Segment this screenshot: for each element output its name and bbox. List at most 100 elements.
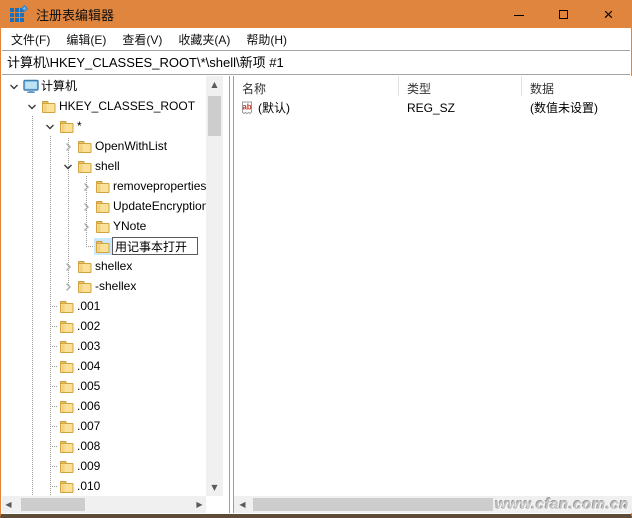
- tree-item-.009[interactable]: .009: [2, 456, 206, 476]
- window-title: 注册表编辑器: [36, 7, 115, 23]
- folder-icon: [94, 218, 112, 235]
- tree-guide-stub: [50, 306, 58, 307]
- tree-vertical-scrollbar[interactable]: ▲ ▼: [206, 76, 223, 496]
- tree-item-.004[interactable]: .004: [2, 356, 206, 376]
- chevron-right-icon[interactable]: [80, 200, 92, 212]
- tree: 计算机 HKEY_CLASSES_ROOT * OpenWithList shell re…: [2, 76, 206, 496]
- folder-icon: [58, 358, 76, 375]
- chevron-right-icon[interactable]: [62, 280, 74, 292]
- chevron-down-icon[interactable]: [62, 160, 74, 172]
- folder-icon: [58, 418, 76, 435]
- tree-item-label: removeproperties: [113, 179, 206, 193]
- sparkle-icon: [20, 4, 29, 12]
- tree-item-label: OpenWithList: [95, 139, 168, 153]
- maximize-button[interactable]: [541, 0, 586, 28]
- window-controls: ×: [496, 0, 631, 28]
- tree-item-计算机[interactable]: 计算机: [2, 76, 206, 96]
- tree-item-label: .002: [77, 319, 101, 333]
- menu-item-3[interactable]: 收藏夹(A): [177, 29, 231, 50]
- column-header-name[interactable]: 名称: [234, 76, 399, 96]
- tree-item-.008[interactable]: .008: [2, 436, 206, 456]
- menu-item-4[interactable]: 帮助(H): [245, 29, 288, 50]
- title-bar: 注册表编辑器 ×: [1, 0, 631, 28]
- tree-item-label: .005: [77, 379, 101, 393]
- tree-item-removeproperties[interactable]: removeproperties: [2, 176, 206, 196]
- scrollbar-thumb[interactable]: [21, 498, 85, 511]
- folder-icon: [58, 478, 76, 495]
- tree-item-label: .003: [77, 339, 101, 353]
- tree-item-.005[interactable]: .005: [2, 376, 206, 396]
- tree-item-label: .004: [77, 359, 101, 373]
- tree-horizontal-scrollbar[interactable]: ◀ ▶: [2, 496, 206, 513]
- column-header-data[interactable]: 数据: [522, 76, 632, 96]
- value-name: (默认): [258, 101, 290, 115]
- tree-item-label: .006: [77, 399, 101, 413]
- menu-bar: 文件(F) 编辑(E) 查看(V) 收藏夹(A) 帮助(H): [2, 28, 630, 50]
- registry-editor-window: 注册表编辑器 × 文件(F) 编辑(E) 查看(V) 收藏夹(A) 帮助(H) 计算机\…: [0, 0, 632, 518]
- folder-icon: [40, 98, 58, 115]
- chevron-down-icon[interactable]: [26, 100, 38, 112]
- chevron-down-icon[interactable]: [8, 80, 20, 92]
- folder-icon: [58, 298, 76, 315]
- scrollbar-thumb[interactable]: [253, 498, 493, 511]
- tree-item-label: -shellex: [95, 279, 137, 293]
- tree-item--shellex[interactable]: -shellex: [2, 276, 206, 296]
- tree-item-OpenWithList[interactable]: OpenWithList: [2, 136, 206, 156]
- tree-item-.001[interactable]: .001: [2, 296, 206, 316]
- menu-item-0[interactable]: 文件(F): [10, 29, 51, 50]
- tree-item-*[interactable]: *: [2, 116, 206, 136]
- tree-item-.006[interactable]: .006: [2, 396, 206, 416]
- minimize-button[interactable]: [496, 0, 541, 28]
- tree-guide-stub: [50, 326, 58, 327]
- chevron-right-icon[interactable]: [80, 180, 92, 192]
- folder-icon: [94, 198, 112, 215]
- scroll-left-arrow-icon[interactable]: ◀: [0, 496, 17, 513]
- tree-item-label: .008: [77, 439, 101, 453]
- tree-guide-stub: [50, 486, 58, 487]
- menu-item-1[interactable]: 编辑(E): [65, 29, 107, 50]
- string-value-icon: ab: [240, 101, 254, 118]
- maximize-icon: [559, 9, 568, 19]
- chevron-right-icon[interactable]: [62, 140, 74, 152]
- tree-item-.003[interactable]: .003: [2, 336, 206, 356]
- values-pane: 名称 类型 数据 ab (默认) REG_SZ (数值未设置) ◀ ▶ www.cfa…: [233, 76, 632, 513]
- value-row-(默认)[interactable]: ab (默认) REG_SZ (数值未设置): [234, 98, 632, 118]
- folder-icon: [58, 458, 76, 475]
- watermark: www.cfan.com.cn: [495, 496, 629, 513]
- chevron-right-icon[interactable]: [62, 260, 74, 272]
- tree-item-.007[interactable]: .007: [2, 416, 206, 436]
- tree-item-shellex[interactable]: shellex: [2, 256, 206, 276]
- chevron-right-icon[interactable]: [80, 220, 92, 232]
- tree-item-label: .007: [77, 419, 101, 433]
- rename-edit-box[interactable]: [112, 237, 198, 255]
- rename-input[interactable]: [115, 239, 191, 253]
- tree-item-.002[interactable]: .002: [2, 316, 206, 336]
- tree-guide-stub: [50, 466, 58, 467]
- address-bar[interactable]: 计算机\HKEY_CLASSES_ROOT\*\shell\新项 #1: [2, 50, 630, 75]
- scrollbar-thumb[interactable]: [208, 96, 221, 136]
- folder-icon: [58, 118, 76, 135]
- tree-item-UpdateEncryption[interactable]: UpdateEncryption: [2, 196, 206, 216]
- scroll-down-arrow-icon[interactable]: ▼: [206, 479, 223, 496]
- tree-item-YNote[interactable]: YNote: [2, 216, 206, 236]
- tree-guide-stub: [50, 406, 58, 407]
- tree-item-.010[interactable]: .010: [2, 476, 206, 496]
- folder-icon: [76, 258, 94, 275]
- tree-guide-stub: [50, 346, 58, 347]
- chevron-down-icon[interactable]: [44, 120, 56, 132]
- folder-icon: [58, 398, 76, 415]
- column-header-type[interactable]: 类型: [399, 76, 522, 96]
- folder-icon: [76, 138, 94, 155]
- scroll-up-arrow-icon[interactable]: ▲: [206, 76, 223, 93]
- folder-icon: [94, 178, 112, 195]
- tree-item-shell[interactable]: shell: [2, 156, 206, 176]
- folder-icon: [58, 378, 76, 395]
- tree-item-HKEY_CLASSES_ROOT[interactable]: HKEY_CLASSES_ROOT: [2, 96, 206, 116]
- tree-item-用记事本打开[interactable]: [2, 236, 206, 256]
- scroll-left-arrow-icon[interactable]: ◀: [234, 496, 251, 513]
- tree-guide-stub: [50, 366, 58, 367]
- close-button[interactable]: ×: [586, 0, 631, 28]
- tree-guide-stub: [50, 446, 58, 447]
- menu-item-2[interactable]: 查看(V): [121, 29, 163, 50]
- folder-icon: [58, 318, 76, 335]
